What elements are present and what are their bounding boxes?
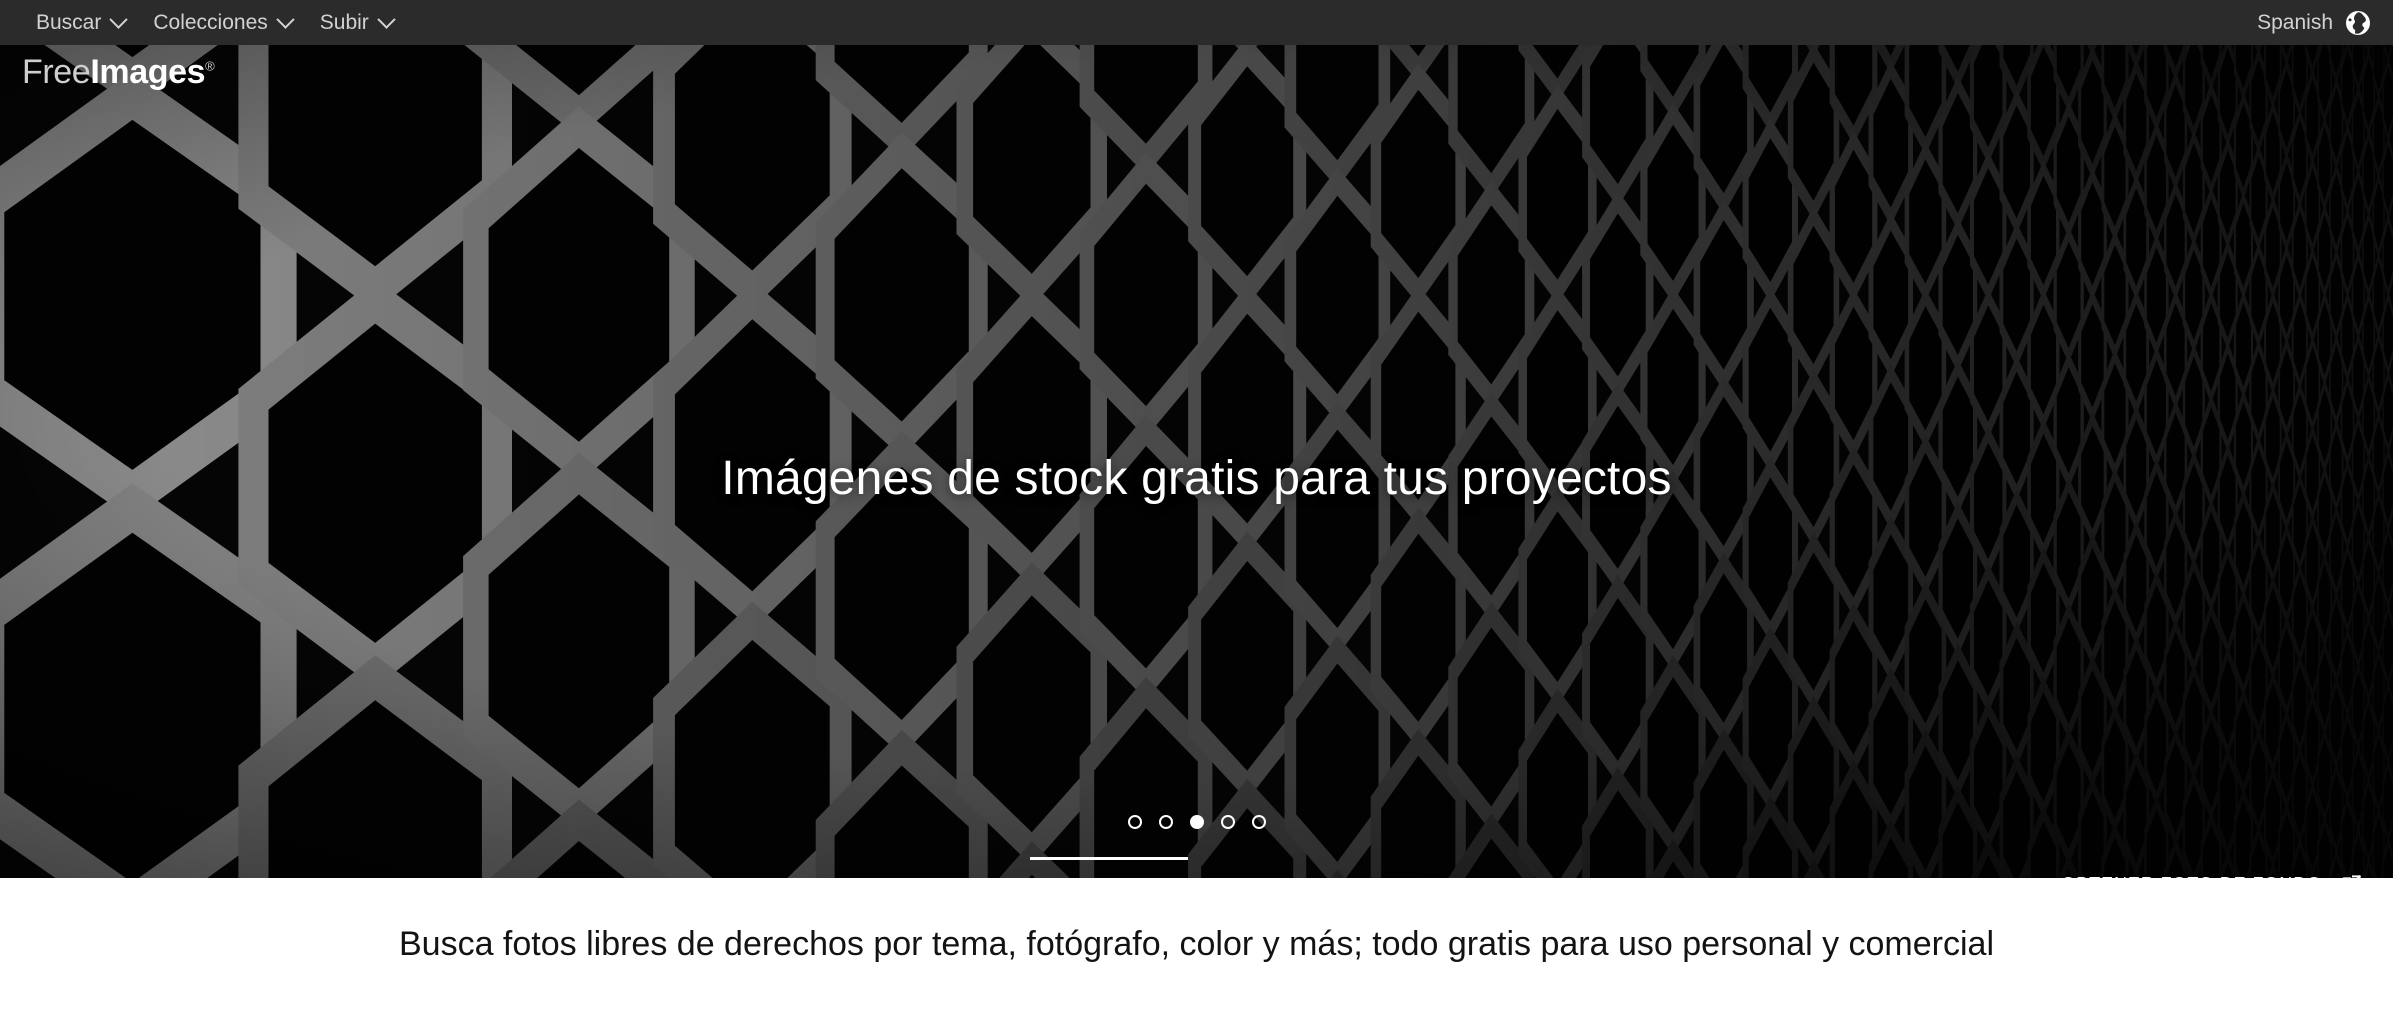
chevron-down-icon [377,10,396,29]
get-background-photo-link[interactable]: OBTENER FOTO DE FONDO [2061,873,2363,878]
language-label: Spanish [2257,10,2333,34]
logo-text-free: Free [22,53,91,91]
logo-text-images: Images [90,53,206,91]
top-nav-list: Buscar Colecciones Subir [0,0,407,45]
carousel-dots [0,815,2393,829]
get-background-photo-label: OBTENER FOTO DE FONDO [2061,874,2322,878]
carousel-dot-3[interactable] [1189,815,1204,829]
top-nav-item-subir[interactable]: Subir [306,0,407,45]
carousel-dot-2[interactable] [1158,815,1173,829]
hero-tab-list: NUEVAS FOTOS FOTOS POPULARES [1030,857,1428,878]
top-nav-item-buscar[interactable]: Buscar [22,0,139,45]
page-tagline: Busca fotos libres de derechos por tema,… [398,925,1994,963]
top-nav-label-subir: Subir [319,11,369,34]
hero-title: Imágenes de stock gratis para tus proyec… [721,452,1672,505]
top-nav-label-colecciones: Colecciones [153,11,268,34]
logo-trademark: ® [205,58,215,74]
tab-fotos-populares[interactable]: FOTOS POPULARES [1228,857,1428,878]
carousel-dot-1[interactable] [1127,815,1142,829]
site-logo[interactable]: FreeImages® [22,53,215,92]
external-link-icon [2342,874,2362,878]
top-utility-bar: Buscar Colecciones Subir Spanish [0,0,2393,45]
top-nav-label-buscar: Buscar [36,11,102,34]
globe-icon [2346,10,2370,35]
chevron-down-icon [276,10,295,29]
chevron-down-icon [109,10,129,29]
site-header: FreeImages® [0,45,2393,101]
carousel-dot-5[interactable] [1251,815,1266,829]
hero-footer-bar: NUEVAS FOTOS FOTOS POPULARES OBTENER FOT… [0,845,2393,878]
carousel-dot-4[interactable] [1220,815,1235,829]
language-selector[interactable]: Spanish [2257,10,2393,36]
tab-nuevas-fotos[interactable]: NUEVAS FOTOS [1030,857,1188,878]
hero-carousel: Imágenes de stock gratis para tus proyec… [0,45,2393,878]
top-nav-item-colecciones[interactable]: Colecciones [139,0,305,45]
